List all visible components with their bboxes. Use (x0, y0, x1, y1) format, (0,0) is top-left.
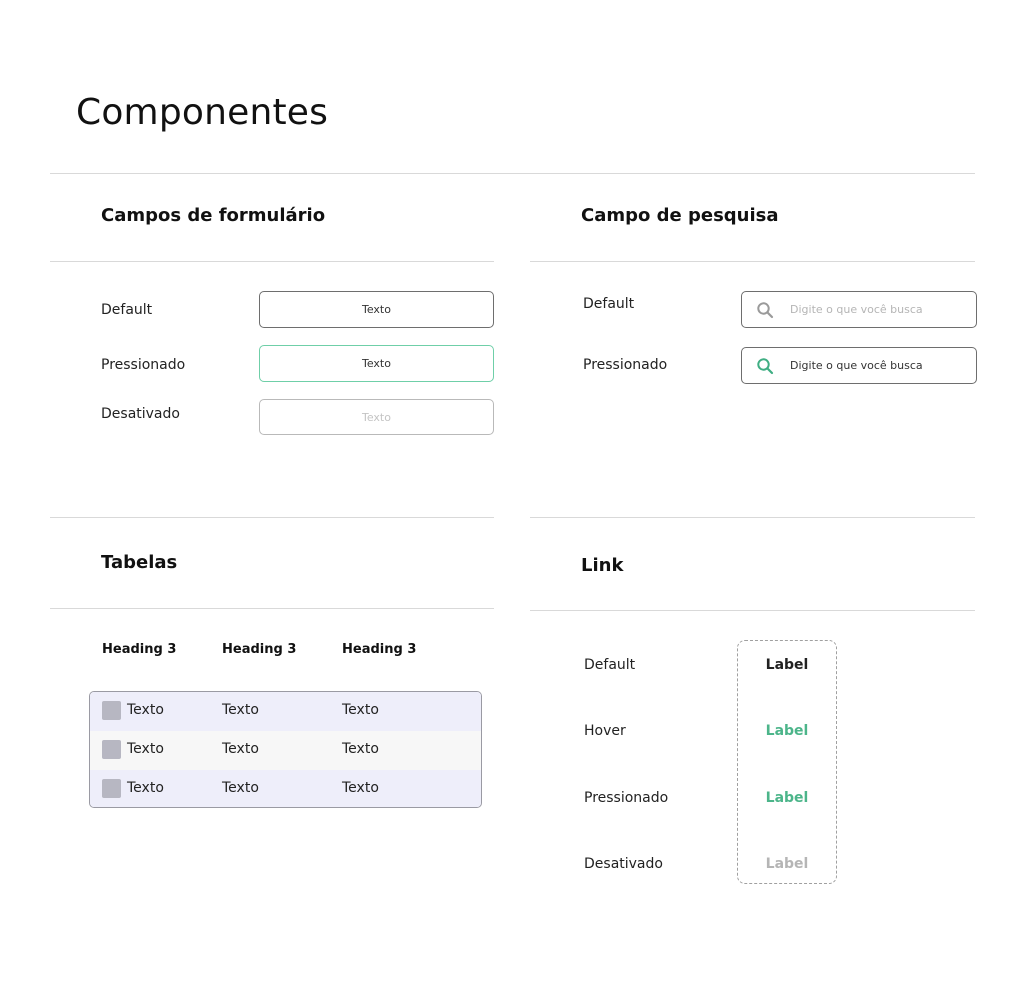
divider (50, 173, 975, 174)
field-state-label-disabled: Desativado (101, 406, 180, 422)
text-field-default[interactable]: Texto (259, 291, 494, 328)
table-heading: Heading 3 (342, 642, 417, 657)
divider (50, 261, 494, 262)
link-disabled: Label (765, 856, 809, 872)
search-placeholder: Digite o que você busca (790, 303, 923, 316)
table-heading: Heading 3 (102, 642, 177, 657)
table-heading: Heading 3 (222, 642, 297, 657)
row-checkbox[interactable] (102, 701, 121, 720)
search-icon (756, 301, 774, 319)
form-fields-title: Campos de formulário (101, 205, 326, 226)
divider (50, 608, 494, 609)
link-state-label-hover: Hover (584, 723, 626, 739)
search-input-default[interactable]: Digite o que você busca (741, 291, 977, 328)
row-checkbox[interactable] (102, 740, 121, 759)
search-placeholder: Digite o que você busca (790, 359, 923, 372)
search-state-label-default: Default (583, 296, 635, 312)
text-field-value: Texto (362, 357, 391, 370)
link-state-label-default: Default (584, 657, 636, 673)
divider (530, 261, 975, 262)
table-cell: Texto (222, 780, 259, 796)
text-field-value: Texto (362, 303, 391, 316)
link-pressed[interactable]: Label (737, 790, 837, 806)
table-cell: Texto (342, 780, 379, 796)
table-cell: Texto (342, 702, 379, 718)
link-default[interactable]: Label (737, 657, 837, 673)
field-state-label-pressed: Pressionado (101, 357, 186, 373)
link-title: Link (581, 555, 624, 576)
text-field-value: Texto (362, 410, 391, 424)
search-state-label-pressed: Pressionado (583, 357, 668, 373)
link-hover[interactable]: Label (737, 723, 837, 739)
divider (530, 610, 975, 611)
search-input-pressed[interactable]: Digite o que você busca (741, 347, 977, 384)
table-row[interactable]: Texto Texto Texto (90, 770, 481, 807)
tables-title: Tabelas (101, 552, 178, 573)
table-row[interactable]: Texto Texto Texto (90, 731, 481, 770)
table-cell: Texto (127, 741, 164, 757)
table-row[interactable]: Texto Texto Texto (90, 692, 481, 731)
table-cell: Texto (127, 780, 164, 796)
text-field-pressed[interactable]: Texto (259, 345, 494, 382)
field-state-label-default: Default (101, 302, 153, 318)
search-icon (756, 357, 774, 375)
link-state-label-disabled: Desativado (584, 856, 663, 872)
table-cell: Texto (127, 702, 164, 718)
link-state-label-pressed: Pressionado (584, 790, 669, 806)
table-cell: Texto (342, 741, 379, 757)
data-table: Texto Texto Texto Texto Texto Texto Text… (89, 691, 482, 808)
table-cell: Texto (222, 702, 259, 718)
search-field-title: Campo de pesquisa (581, 205, 779, 226)
divider (530, 517, 975, 518)
page-title: Componentes (76, 92, 329, 133)
link-states-container (737, 640, 837, 884)
row-checkbox[interactable] (102, 779, 121, 798)
table-cell: Texto (222, 741, 259, 757)
text-field-disabled: Texto (259, 399, 494, 435)
divider (50, 517, 494, 518)
